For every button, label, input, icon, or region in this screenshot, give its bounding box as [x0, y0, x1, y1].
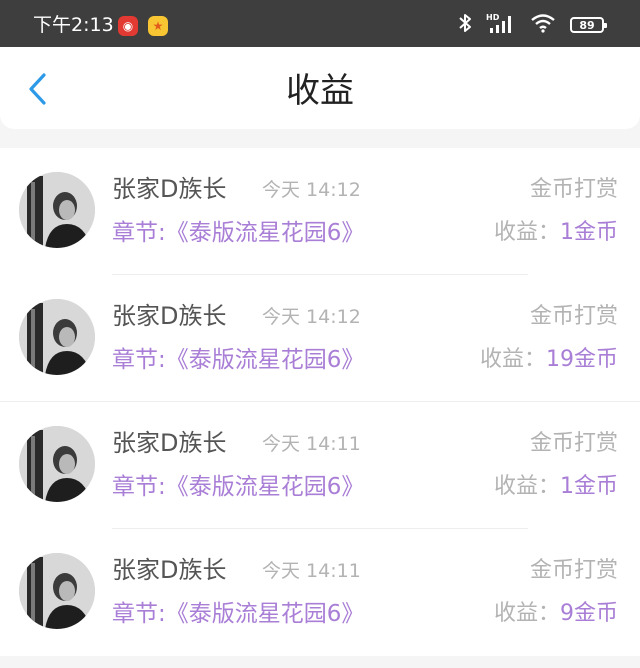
user-name: 张家D族长 — [112, 175, 227, 203]
netease-music-icon: ◉ — [118, 16, 138, 36]
timestamp: 今天 14:12 — [262, 179, 361, 201]
earnings-value: 1金币 — [560, 220, 618, 245]
game-center-icon: ★ — [148, 16, 168, 36]
avatar[interactable] — [19, 299, 95, 375]
header: 收益 — [0, 47, 640, 129]
reward-type: 金币打赏 — [529, 558, 618, 583]
battery-icon: 89 — [570, 17, 607, 33]
earnings: 收益：1金币 — [494, 473, 618, 501]
page-title: 收益 — [286, 71, 354, 111]
earnings-value: 9金币 — [560, 601, 618, 626]
status-time: 下午2:13 — [33, 14, 114, 36]
list-item[interactable]: 张家D族长 今天 14:12 金币打赏 章节:《泰版流星花园6》 收益：1金币 — [0, 148, 640, 275]
status-indicators: HD 89 — [458, 12, 607, 38]
avatar[interactable] — [19, 553, 95, 629]
earnings-label: 收益： — [493, 601, 560, 626]
timestamp: 今天 14:11 — [262, 560, 361, 582]
bluetooth-icon — [458, 13, 472, 37]
reward-type: 金币打赏 — [529, 177, 618, 202]
chapter-link[interactable]: 章节:《泰版流星花园6》 — [112, 218, 364, 248]
svg-text:HD: HD — [486, 13, 500, 22]
earnings-label: 收益： — [493, 220, 560, 245]
reward-type: 金币打赏 — [529, 304, 618, 329]
user-name: 张家D族长 — [112, 429, 227, 457]
user-name: 张家D族长 — [112, 302, 227, 330]
user-name: 张家D族长 — [112, 556, 227, 584]
chapter-link[interactable]: 章节:《泰版流星花园6》 — [112, 345, 364, 375]
earnings: 收益：9金币 — [494, 600, 618, 628]
list-item[interactable]: 张家D族长 今天 14:12 金币打赏 章节:《泰版流星花园6》 收益：19金币 — [0, 275, 640, 402]
list-item[interactable]: 张家D族长 今天 14:11 金币打赏 章节:《泰版流星花园6》 收益：1金币 — [0, 402, 640, 529]
earnings-label: 收益： — [479, 347, 546, 372]
earnings: 收益：19金币 — [480, 346, 618, 374]
earnings: 收益：1金币 — [494, 219, 618, 247]
earnings-label: 收益： — [493, 474, 560, 499]
reward-type: 金币打赏 — [529, 431, 618, 456]
chapter-link[interactable]: 章节:《泰版流星花园6》 — [112, 472, 364, 502]
chapter-link[interactable]: 章节:《泰版流星花园6》 — [112, 599, 364, 629]
status-bar: 下午2:13 ◉ ★ HD 89 — [0, 0, 640, 47]
timestamp: 今天 14:12 — [262, 306, 361, 328]
wifi-icon — [530, 13, 556, 37]
timestamp: 今天 14:11 — [262, 433, 361, 455]
earnings-value: 1金币 — [560, 474, 618, 499]
list-item[interactable]: 张家D族长 今天 14:11 金币打赏 章节:《泰版流星花园6》 收益：9金币 — [0, 529, 640, 656]
earnings-list: 张家D族长 今天 14:12 金币打赏 章节:《泰版流星花园6》 收益：1金币 … — [0, 148, 640, 656]
avatar[interactable] — [19, 426, 95, 502]
earnings-value: 19金币 — [546, 347, 618, 372]
avatar[interactable] — [19, 172, 95, 248]
signal-icon: HD — [486, 12, 516, 38]
